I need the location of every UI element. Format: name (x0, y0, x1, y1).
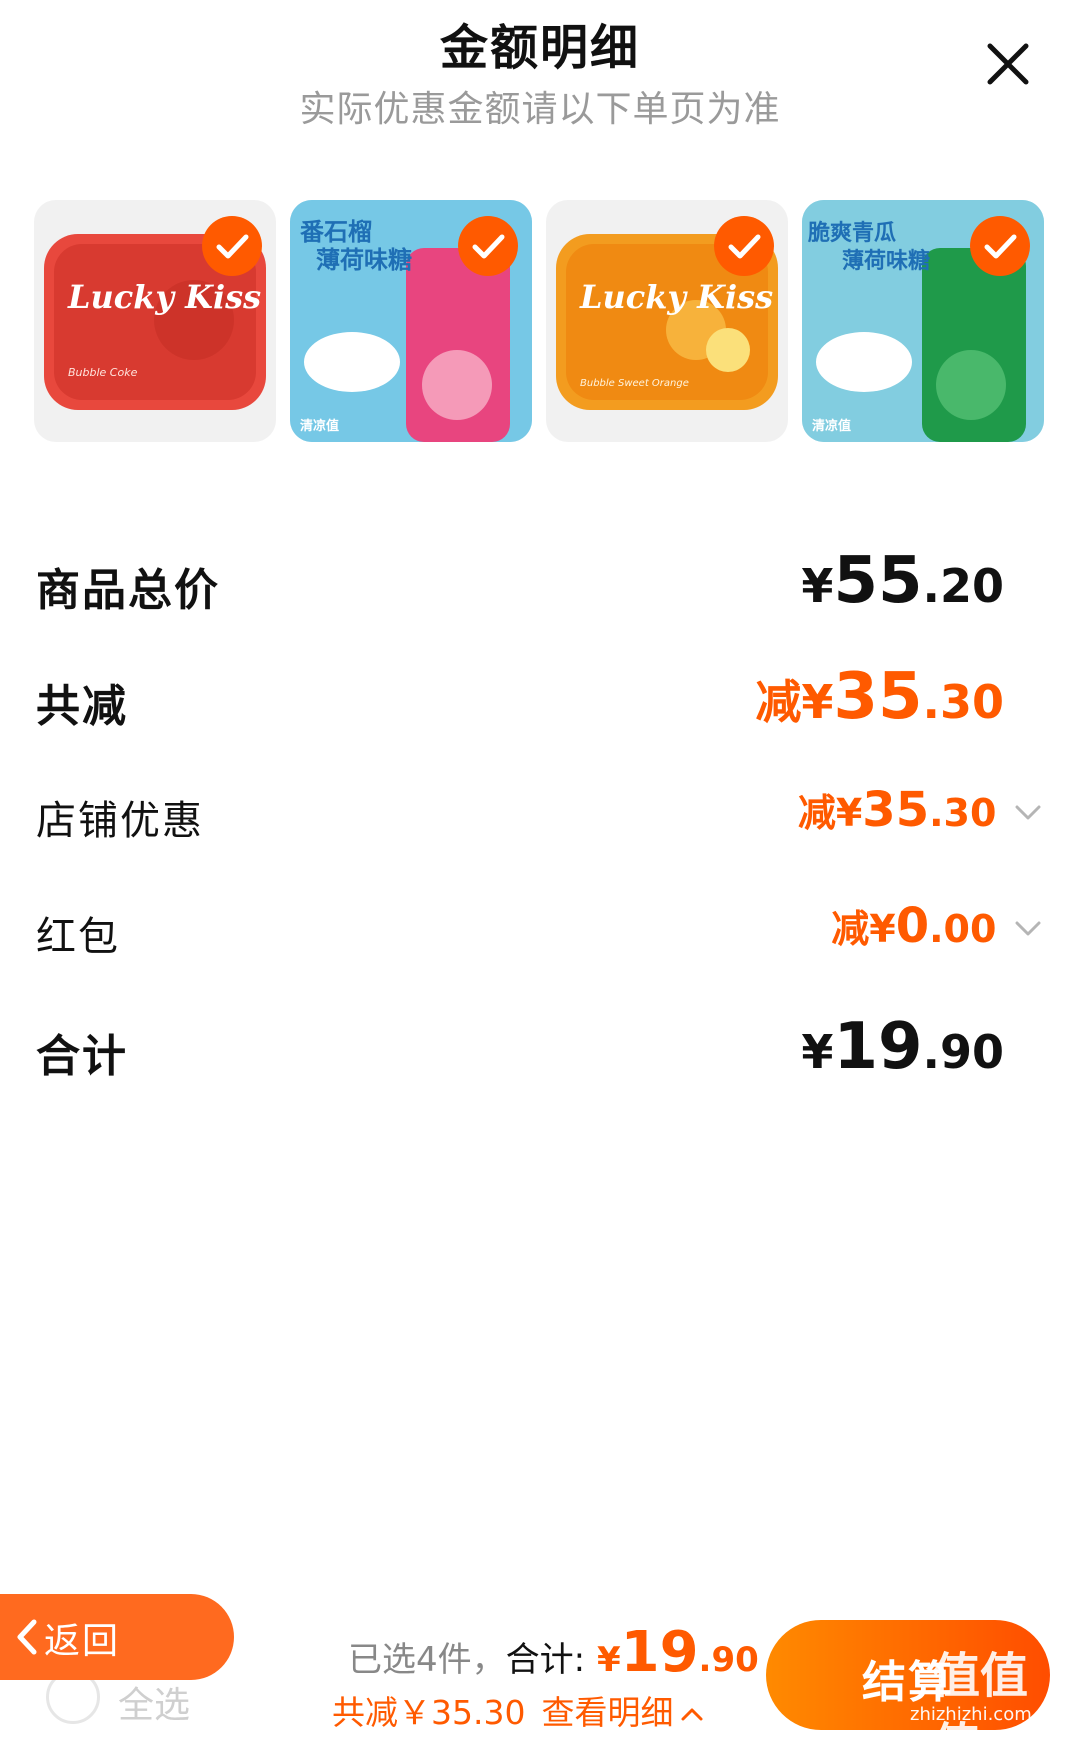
cucumber-badge-text: 清凉值 (812, 418, 851, 434)
chevron-up-icon[interactable] (679, 1704, 705, 1724)
bar-discount-text: 共减￥35.30 (332, 1693, 526, 1732)
row-shop-discount[interactable]: 店铺优惠 减¥35.30 (36, 782, 1041, 852)
red-packet-label: 红包 (36, 914, 120, 960)
watermark-url: zhizhizhi.com (910, 1704, 1032, 1725)
selected-check-badge[interactable] (970, 216, 1030, 276)
shop-discount-label: 店铺优惠 (36, 798, 204, 844)
chevron-left-icon (17, 1619, 37, 1655)
watermark-logo: 值值值 (932, 1648, 1029, 1741)
product-thumbnails: Lucky Kiss Bubble Coke 番石榴 薄荷味糖 清凉值 Luck… (34, 200, 1046, 444)
selected-check-badge[interactable] (458, 216, 518, 276)
check-icon (472, 234, 505, 259)
amount-integer: 35 (833, 660, 923, 734)
currency-prefix: 减¥ (797, 791, 863, 835)
amount-integer: 35 (862, 782, 930, 838)
product-thumb-guava[interactable]: 番石榴 薄荷味糖 清凉值 (290, 200, 532, 442)
cola-sub-text: Bubble Coke (68, 366, 138, 379)
sheet-title: 金额明细 (439, 20, 640, 76)
total-goods-value: ¥55.20 (801, 544, 1004, 618)
selected-check-badge[interactable] (202, 216, 262, 276)
select-all-label: 全选 (118, 1685, 191, 1726)
red-packet-value[interactable]: 减¥0.00 (831, 898, 1044, 954)
total-goods-label: 商品总价 (36, 565, 220, 616)
amount-decimal: .00 (929, 907, 997, 951)
product-thumb-orange[interactable]: Lucky Kiss Bubble Sweet Orange (546, 200, 788, 442)
amount-integer: 19 (833, 1010, 923, 1084)
close-button[interactable] (980, 36, 1036, 92)
site-watermark: 值值值 zhizhizhi.com (910, 1636, 1070, 1741)
amount-integer: 55 (833, 544, 923, 618)
amount-decimal: .20 (922, 559, 1005, 613)
currency-prefix: ¥ (801, 1025, 834, 1079)
selected-count: 已选4件， (348, 1640, 506, 1680)
back-label: 返回 (44, 1621, 121, 1662)
grand-total-label: 合计 (36, 1031, 128, 1082)
bar-total-label: 合计: (505, 1640, 586, 1680)
orange-sub-text: Bubble Sweet Orange (580, 378, 689, 389)
orange-brand-text: Lucky Kiss (579, 278, 773, 316)
guava-badge-text: 清凉值 (300, 418, 339, 434)
sheet-subtitle: 实际优惠金额请以下单页为准 (299, 89, 781, 130)
currency-prefix: 减¥ (831, 907, 896, 951)
guava-title-line1: 番石榴 (299, 218, 372, 246)
selected-check-badge[interactable] (714, 216, 774, 276)
check-icon (984, 234, 1017, 259)
guava-title-line2: 薄荷味糖 (316, 246, 412, 274)
currency-prefix: 减¥ (755, 675, 834, 729)
view-details-link[interactable]: 查看明细 (541, 1693, 673, 1732)
sheet-header: 金额明细 实际优惠金额请以下单页为准 (0, 0, 1080, 150)
close-icon (987, 43, 1029, 85)
selection-summary: 已选4件，合计: ¥19.90 (348, 1620, 759, 1685)
row-red-packet[interactable]: 红包 减¥0.00 (36, 898, 1041, 968)
bar-total-value: ¥19.90 (585, 1620, 759, 1685)
amount-integer: 0 (895, 898, 930, 954)
row-total-discount: 共减 减¥35.30 (36, 660, 1004, 740)
product-thumb-cola[interactable]: Lucky Kiss Bubble Coke (34, 200, 276, 442)
amount-decimal: .30 (922, 675, 1005, 729)
cola-brand-text: Lucky Kiss (67, 278, 261, 316)
discount-summary: 共减￥35.30 查看明细 (332, 1686, 705, 1734)
row-grand-total: 合计 ¥19.90 (36, 1010, 1004, 1090)
chevron-down-icon (1015, 921, 1041, 935)
total-discount-value: 减¥35.30 (755, 660, 1004, 734)
cucumber-title-line2: 薄荷味糖 (842, 248, 930, 274)
shop-discount-value[interactable]: 减¥35.30 (798, 782, 1044, 838)
row-total-goods: 商品总价 ¥55.20 (36, 544, 1004, 624)
grand-total-value: ¥19.90 (801, 1010, 1004, 1084)
bottom-checkout-bar: 全选 返回 已选4件，合计: ¥19.90 共减￥35.30 查看明细 结算 值值… (0, 1580, 1080, 1741)
chevron-down-icon (1015, 805, 1041, 819)
check-icon (216, 234, 249, 259)
check-icon (728, 234, 761, 259)
amount-decimal: .90 (922, 1025, 1005, 1079)
currency-prefix: ¥ (801, 559, 834, 613)
back-button[interactable]: 返回 (0, 1594, 234, 1680)
product-thumb-cucumber[interactable]: 脆爽青瓜 薄荷味糖 清凉值 (802, 200, 1044, 442)
amount-decimal: .30 (929, 791, 997, 835)
total-discount-label: 共减 (36, 681, 128, 732)
cucumber-title-line1: 脆爽青瓜 (808, 220, 896, 246)
